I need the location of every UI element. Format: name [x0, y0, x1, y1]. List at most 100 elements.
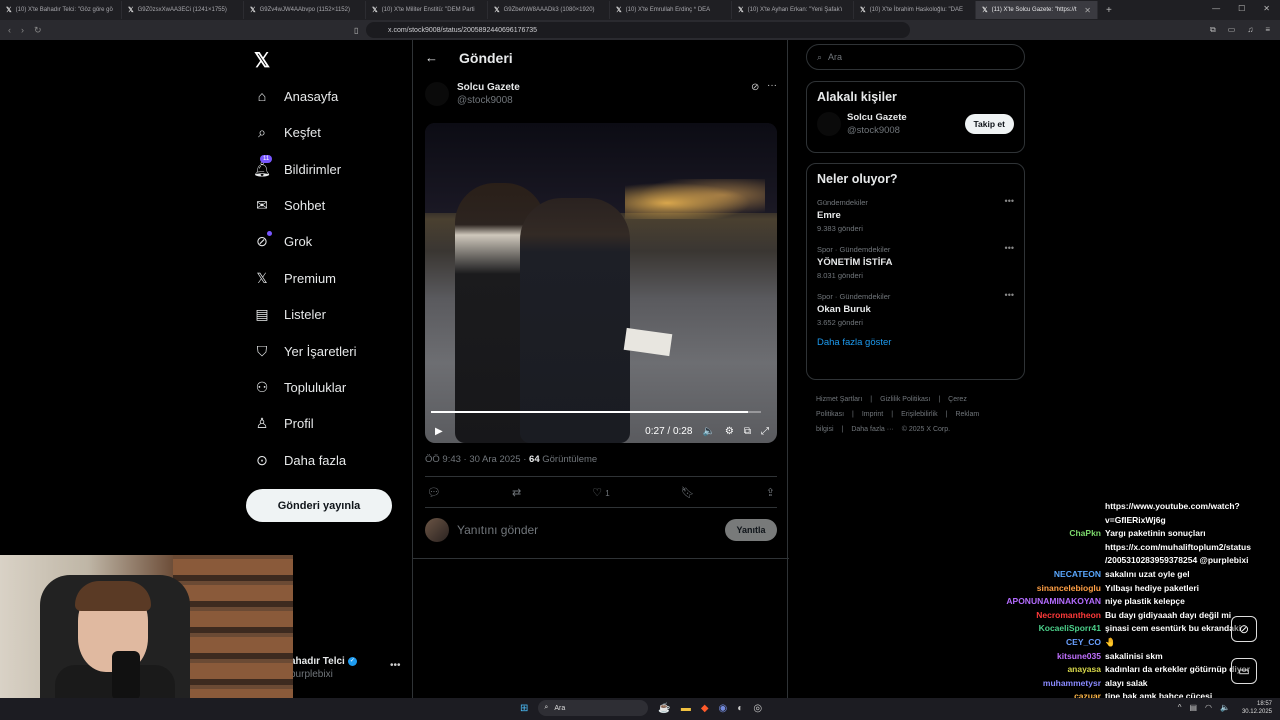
tray-chevron-icon[interactable]: ^ [1178, 703, 1182, 712]
x-logo-icon[interactable]: 𝕏 [254, 48, 270, 73]
video-progress-bar[interactable] [431, 411, 761, 413]
windows-start-icon[interactable]: ⊞ [520, 703, 528, 714]
file-explorer-icon[interactable]: ▬ [681, 703, 691, 714]
volume-tray-icon[interactable]: 🔈 [1220, 703, 1230, 712]
widget-icon[interactable]: ☕ [658, 703, 670, 714]
pip-icon[interactable]: ⧉ [744, 426, 751, 437]
related-title: Alakalı kişiler [817, 90, 897, 104]
nav-item-topluluklar[interactable]: ⚇ Topluluklar [254, 379, 346, 395]
chat-username: ChaPkn [1069, 528, 1101, 539]
footer-link[interactable]: Hizmet Şartları [816, 396, 862, 403]
footer-link[interactable]: Imprint [862, 411, 883, 418]
url-field[interactable]: x.com/stock9008/status/20058924406961767… [366, 22, 910, 38]
browser-tab[interactable]: 𝕏 G9Zv4wJW4AAbvpo (1152×1152) [244, 1, 366, 19]
related-name[interactable]: Solcu Gazete [847, 112, 907, 123]
reload-icon[interactable]: ↻ [34, 25, 42, 36]
repost-icon[interactable]: ⇄ [512, 486, 521, 499]
browser-tab[interactable]: 𝕏 (10) X'te Ayhan Erkan: "Yeni Şafak'ı [732, 1, 854, 19]
account-switcher[interactable]: ahadır Telci ✓ purplebixi ••• [290, 656, 401, 680]
media-icon[interactable]: ♫ [1247, 25, 1253, 35]
video-controls: ▶ 0:27 / 0:28 🔈 ⚙ ⧉ ⤢ [435, 426, 769, 437]
close-window-icon[interactable]: ✕ [1263, 4, 1270, 13]
reply-icon[interactable]: 💬︎ [427, 486, 441, 499]
browser-tab[interactable]: 𝕏 G9ZbefnW8AAADk3 (1080×1920) [488, 1, 610, 19]
post-more-icon[interactable]: ··· [767, 80, 777, 91]
author-avatar[interactable] [425, 82, 449, 106]
share-icon[interactable]: ⇪ [766, 486, 775, 499]
chat-overlay-grok-icon[interactable]: ⊘ [1231, 616, 1257, 642]
user-avatar[interactable] [425, 518, 449, 542]
browser-tab[interactable]: 𝕏 (10) X'te Bahadır Telci: "Göz göre gö [0, 1, 122, 19]
close-tab-icon[interactable]: ✕ [1084, 6, 1091, 15]
discord-icon[interactable]: ◉ [719, 703, 728, 714]
post-author[interactable]: Solcu Gazete @stock9008 [425, 82, 520, 106]
related-avatar[interactable] [817, 112, 841, 136]
account-more-icon[interactable]: ••• [390, 660, 401, 671]
trend-item[interactable]: Spor · Gündemdekiler Okan Buruk 3.652 gönd… [807, 288, 1024, 335]
trend-item[interactable]: Gündemdekiler Emre 9.383 gönderi ••• [807, 194, 1024, 241]
fullscreen-icon[interactable]: ⤢ [761, 426, 769, 437]
trend-more-icon[interactable]: ••• [1005, 196, 1014, 206]
clock[interactable]: 18:57 30.12.2025 [1242, 700, 1272, 716]
author-name[interactable]: Solcu Gazete [457, 82, 520, 93]
footer-link[interactable]: Daha fazla ··· [851, 426, 893, 433]
reply-input[interactable]: Yanıtını gönder [457, 523, 538, 537]
play-icon[interactable]: ▶ [435, 426, 443, 437]
extensions-icon[interactable]: ⧉ [1210, 25, 1216, 35]
nav-item-profil[interactable]: ♙ Profil [254, 415, 314, 431]
bookmark-icon[interactable]: 🔖︎ [681, 486, 695, 499]
browser-tab[interactable]: 𝕏 G9Z0zsxXwAA3ECi (1241×1755) [122, 1, 244, 19]
grok-explain-icon[interactable]: ⊘ [751, 82, 759, 93]
back-icon[interactable]: ‹ [8, 25, 11, 36]
nav-item-grok[interactable]: ⊘ Grok [254, 231, 312, 249]
minimize-icon[interactable]: — [1212, 4, 1220, 13]
maximize-icon[interactable]: ☐ [1238, 4, 1245, 13]
reply-button[interactable]: Yanıtla [725, 519, 777, 541]
follow-button[interactable]: Takip et [964, 114, 1014, 134]
nav-item-yer-i̇şaretleri[interactable]: ⛉ Yer İşaretleri [254, 343, 357, 359]
volume-icon[interactable]: 🔈 [702, 426, 714, 437]
trend-item[interactable]: Spor · Gündemdekiler YÖNETİM İSTİFA 8.031 … [807, 241, 1024, 288]
forward-icon[interactable]: › [21, 25, 24, 36]
trend-post-count: 9.383 gönderi [817, 224, 863, 233]
post-button[interactable]: Gönderi yayınla [246, 489, 392, 522]
browser-tab[interactable]: 𝕏 (10) X'te İbrahim Haskoloğlu: "DAE [854, 1, 976, 19]
post-timestamp[interactable]: ÖÖ 9:43 · 30 Ara 2025 · [425, 454, 529, 465]
obs-icon[interactable]: ◎ [753, 703, 762, 714]
back-arrow-icon[interactable]: ← [425, 50, 438, 65]
network-icon[interactable]: ▤ [1189, 703, 1197, 712]
footer-link[interactable]: Gizlilik Politikası [880, 396, 930, 403]
search-input[interactable]: ⌕ Ara [806, 44, 1025, 70]
trend-more-icon[interactable]: ••• [1005, 290, 1014, 300]
browser-tab[interactable]: 𝕏 (11) X'te Solcu Gazete: "https://t ✕ [976, 1, 1098, 19]
chat-overlay-window-icon[interactable]: ▭ [1231, 658, 1257, 684]
steam-icon[interactable]: ◐ [737, 703, 743, 714]
menu-icon[interactable]: ≡ [1265, 25, 1270, 35]
sidebar-icon[interactable]: ▭ [1228, 25, 1236, 35]
nav-item-premium[interactable]: 𝕏 Premium [254, 270, 336, 286]
grok-icon: ⊘ [254, 231, 272, 249]
nav-item-sohbet[interactable]: ✉ Sohbet [254, 197, 325, 213]
nav-item-listeler[interactable]: ▤ Listeler [254, 306, 326, 322]
show-more-link[interactable]: Daha fazla göster [807, 335, 1024, 360]
nav-item-daha-fazla[interactable]: ⊙ Daha fazla [254, 452, 346, 468]
nav-item-anasayfa[interactable]: ⌂ Anasayfa [254, 88, 338, 104]
footer-link[interactable]: Erişilebilirlik [901, 411, 938, 418]
browser-icon[interactable]: ◆ [701, 703, 709, 714]
nav-item-bildirimler[interactable]: 🔔︎ 11 Bildirimler [253, 155, 341, 177]
browser-tab[interactable]: 𝕏 (10) X'te Emrullah Erdinç * DEA [610, 1, 732, 19]
nav-item-keşfet[interactable]: ⌕ Keşfet [254, 124, 321, 140]
browser-tab[interactable]: 𝕏 (10) X'te Militer Enstitü: "DEM Parti [366, 1, 488, 19]
settings-icon[interactable]: ⚙ [725, 426, 734, 437]
bookmark-page-icon[interactable]: ▯ [354, 26, 358, 35]
trend-more-icon[interactable]: ••• [1005, 243, 1014, 253]
chat-text: https://x.com/muhaliftoplum2/status [1105, 541, 1251, 552]
taskbar-search[interactable]: ⌕ Ara [538, 700, 649, 716]
video-player[interactable]: ▶ 0:27 / 0:28 🔈 ⚙ ⧉ ⤢ [425, 123, 777, 443]
wifi-icon[interactable]: ◠ [1205, 703, 1212, 712]
related-person[interactable]: Solcu Gazete @stock9008 Takip et [807, 112, 1024, 144]
trend-name: Okan Buruk [817, 304, 871, 315]
footer-link[interactable]: © 2025 X Corp. [902, 426, 950, 433]
like-button[interactable]: ♡ 1 [592, 486, 609, 499]
new-tab-icon[interactable]: + [1106, 5, 1112, 16]
